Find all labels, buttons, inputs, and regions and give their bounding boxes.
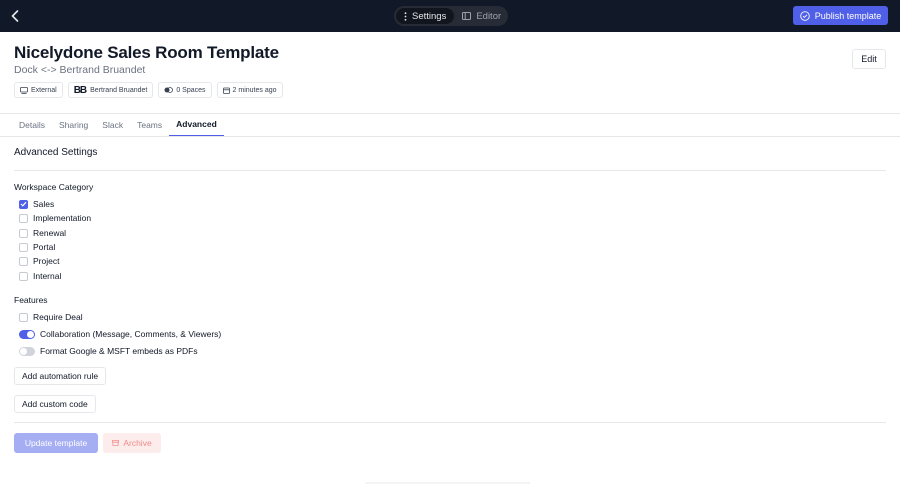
checkbox-label: Require Deal bbox=[33, 312, 83, 322]
tab-settings[interactable]: Settings bbox=[396, 8, 455, 24]
spaces-count: 0 Spaces bbox=[176, 86, 206, 94]
features-label: Features bbox=[14, 295, 48, 305]
page-title: Nicelydone Sales Room Template bbox=[14, 43, 279, 62]
toggle-label: Collaboration (Message, Comments, & View… bbox=[40, 329, 222, 339]
owner-name: Bertrand Bruandet bbox=[90, 86, 148, 94]
category-internal[interactable]: Internal bbox=[19, 271, 61, 281]
external-icon bbox=[20, 86, 28, 94]
more-vertical-icon bbox=[404, 11, 407, 21]
collaboration-toggle-row[interactable]: Collaboration (Message, Comments, & View… bbox=[19, 329, 221, 339]
chevron-left-icon bbox=[11, 10, 19, 22]
check-circle-icon bbox=[799, 10, 810, 21]
category-renewal[interactable]: Renewal bbox=[19, 228, 66, 238]
collaboration-toggle[interactable] bbox=[19, 329, 35, 339]
update-template-button[interactable]: Update template bbox=[14, 433, 98, 453]
back-button[interactable] bbox=[8, 8, 22, 24]
top-bar: Settings Editor Publish template bbox=[0, 0, 900, 32]
add-custom-code-button[interactable]: Add custom code bbox=[14, 395, 96, 413]
tab-sharing[interactable]: Sharing bbox=[52, 113, 95, 136]
tab-settings-label: Settings bbox=[412, 10, 447, 22]
spaces-chip: 0 Spaces bbox=[158, 82, 212, 98]
category-implementation[interactable]: Implementation bbox=[19, 213, 91, 223]
checkbox[interactable] bbox=[19, 312, 28, 322]
calendar-icon bbox=[222, 87, 230, 94]
workspace-category-label: Workspace Category bbox=[14, 182, 94, 192]
divider bbox=[0, 136, 900, 137]
visibility-label: External bbox=[31, 86, 57, 94]
tab-slack[interactable]: Slack bbox=[95, 113, 130, 136]
add-automation-rule-button[interactable]: Add automation rule bbox=[14, 367, 107, 385]
tab-advanced[interactable]: Advanced bbox=[169, 113, 224, 136]
archive-button[interactable]: Archive bbox=[103, 433, 161, 453]
category-portal[interactable]: Portal bbox=[19, 242, 55, 252]
tab-editor[interactable]: Editor bbox=[454, 8, 509, 24]
tab-details[interactable]: Details bbox=[12, 113, 52, 136]
pdf-embeds-toggle[interactable] bbox=[19, 346, 35, 356]
publish-template-button[interactable]: Publish template bbox=[793, 6, 888, 25]
publish-template-label: Publish template bbox=[814, 10, 882, 21]
pdf-embeds-toggle-row[interactable]: Format Google & MSFT embeds as PDFs bbox=[19, 346, 198, 356]
meta-chips: External BB Bertrand Bruandet 0 Spaces 2… bbox=[14, 82, 283, 98]
toggle-label: Format Google & MSFT embeds as PDFs bbox=[40, 346, 198, 356]
spaces-icon bbox=[164, 87, 174, 93]
tab-editor-label: Editor bbox=[476, 10, 502, 22]
checkbox[interactable] bbox=[19, 271, 28, 281]
archive-label: Archive bbox=[123, 438, 152, 448]
category-project[interactable]: Project bbox=[19, 256, 59, 266]
require-deal[interactable]: Require Deal bbox=[19, 312, 83, 322]
layout-icon bbox=[462, 12, 472, 20]
checkbox[interactable] bbox=[19, 256, 28, 266]
section-title: Advanced Settings bbox=[14, 147, 98, 158]
divider bbox=[14, 422, 886, 423]
archive-icon bbox=[112, 440, 120, 446]
mode-switch: Settings Editor bbox=[394, 6, 508, 26]
checkbox-label: Implementation bbox=[33, 213, 92, 223]
checkbox[interactable] bbox=[19, 242, 28, 252]
checkbox[interactable] bbox=[19, 228, 28, 238]
visibility-chip: External bbox=[14, 82, 63, 98]
category-sales[interactable]: Sales bbox=[19, 199, 54, 209]
check-icon bbox=[20, 201, 27, 207]
divider bbox=[14, 170, 886, 171]
updated-time: 2 minutes ago bbox=[232, 86, 277, 94]
edit-button[interactable]: Edit bbox=[852, 49, 886, 69]
checkbox-label: Project bbox=[33, 256, 60, 266]
owner-chip: BB Bertrand Bruandet bbox=[67, 82, 154, 98]
checkbox[interactable] bbox=[19, 213, 28, 223]
checkbox-label: Internal bbox=[33, 271, 62, 281]
checkbox-label: Sales bbox=[33, 199, 55, 209]
checkbox-label: Portal bbox=[33, 242, 56, 252]
page-subtitle: Dock <-> Bertrand Bruandet bbox=[14, 64, 146, 76]
tab-teams[interactable]: Teams bbox=[130, 113, 169, 136]
checkbox[interactable] bbox=[19, 199, 28, 209]
checkbox-label: Renewal bbox=[33, 228, 67, 238]
settings-tabs: Details Sharing Slack Teams Advanced bbox=[12, 113, 224, 136]
avatar: BB bbox=[73, 84, 87, 96]
updated-chip: 2 minutes ago bbox=[216, 82, 283, 98]
